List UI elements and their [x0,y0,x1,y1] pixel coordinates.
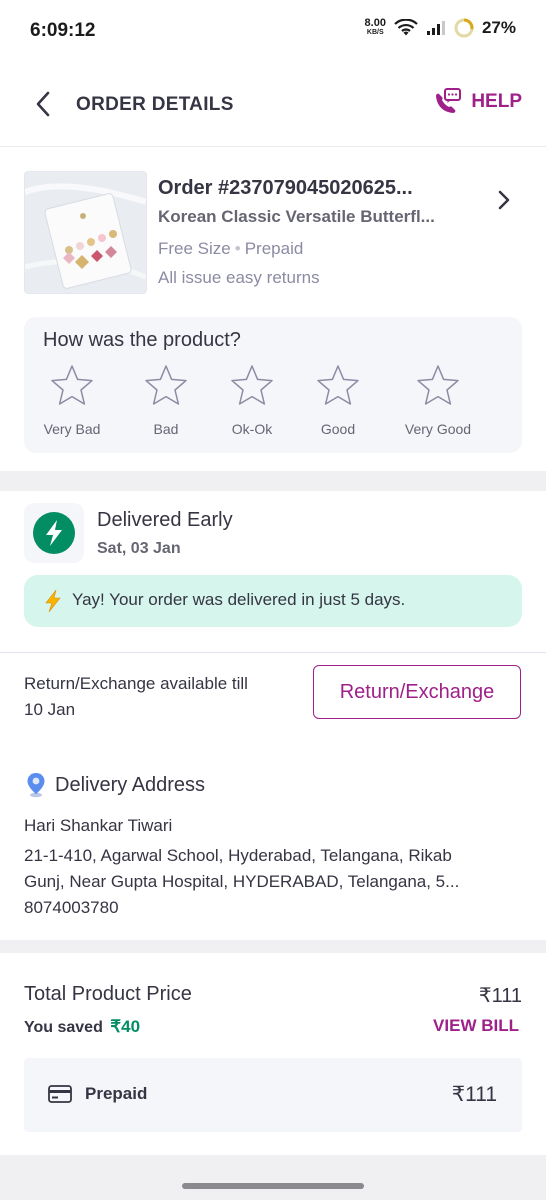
rating-label: Ok-Ok [231,421,273,437]
earring-card-illustration [25,172,146,293]
payment-mode: Prepaid [244,239,304,258]
address-line: 21-1-410, Agarwal School, Hyderabad, Tel… [24,846,452,865]
page-title: ORDER DETAILS [76,94,234,115]
delivery-status-badge [33,512,75,554]
order-id[interactable]: Order #237079045020625... [158,177,468,200]
status-time: 6:09:12 [30,20,96,41]
product-meta: Free Size • Prepaid [158,239,303,259]
star-outline-icon [417,365,459,405]
return-window-date: 10 Jan [24,700,76,719]
early-delivery-message: Yay! Your order was delivered in just 5 … [72,590,406,609]
delivery-address-card: Delivery Address Hari Shankar Tiwari 21-… [0,743,546,940]
cellular-signal-icon [426,21,445,35]
battery-percent: 27% [481,18,516,37]
delivery-address-heading: Delivery Address [55,774,206,796]
help-label: HELP [471,91,522,112]
rating-star-very-bad[interactable]: Very Bad [42,363,102,437]
credit-card-icon [48,1085,72,1103]
price-summary-card: Total Product Price ₹111 You saved ₹40 V… [0,953,546,1155]
rating-label: Very Bad [43,421,101,437]
status-bar: 6:09:12 8.00 KB/S 27% [0,0,546,62]
phone-chat-icon [436,88,462,113]
savings-amount: ₹40 [110,1017,141,1036]
meta-separator-dot: • [234,239,241,258]
delivery-status-card: Delivered Early Sat, 03 Jan Yay! Your or… [0,491,546,653]
rating-star-ok-ok[interactable]: Ok-Ok [227,363,277,437]
star-outline-icon [317,365,359,405]
home-gesture-bar[interactable] [182,1183,364,1189]
payment-method-label: Prepaid [85,1084,148,1103]
view-bill-link[interactable]: VIEW BILL [433,1016,519,1036]
payment-amount: ₹111 [451,1083,497,1106]
wifi-icon [394,19,418,36]
product-size: Free Size [158,239,231,258]
early-delivery-banner: Yay! Your order was delivered in just 5 … [24,575,522,627]
product-image[interactable] [24,171,147,294]
rating-star-bad[interactable]: Bad [141,363,191,437]
delivery-status-tile [24,503,84,563]
location-pin-icon [27,773,45,798]
chevron-right-icon[interactable] [496,189,512,211]
return-window-note: Return/Exchange available till 10 Jan [24,671,296,723]
lightning-emoji-icon [45,589,61,613]
star-outline-icon [231,365,273,405]
rating-question: How was the product? [43,329,241,351]
address-details: 21-1-410, Agarwal School, Hyderabad, Tel… [24,843,519,921]
rating-label: Very Good [404,421,472,437]
status-indicators: 8.00 KB/S 27% [365,18,516,38]
address-line: Gunj, Near Gupta Hospital, HYDERABAD, Te… [24,872,460,891]
product-card: Order #237079045020625... Korean Classic… [0,147,546,471]
return-window-text: Return/Exchange available till [24,674,248,693]
star-outline-icon [51,365,93,405]
network-speed-unit: KB/S [366,29,384,36]
page-header: ORDER DETAILS HELP [0,62,546,147]
rating-label: Good [320,421,356,437]
help-button[interactable]: HELP [431,86,522,118]
savings-label: You saved [24,1019,103,1036]
returns-policy-note: All issue easy returns [158,268,320,287]
chevron-left-icon[interactable] [30,89,58,119]
product-rating-panel: How was the product? Very Bad Bad Ok-Ok … [24,317,522,453]
battery-ring-icon [454,18,474,38]
rating-label: Bad [153,421,179,437]
payment-method-row: Prepaid ₹111 [24,1058,522,1132]
delivery-date: Sat, 03 Jan [97,540,181,557]
rating-star-good[interactable]: Good [313,363,363,437]
star-outline-icon [145,365,187,405]
total-price-value: ₹111 [478,985,522,1007]
savings-info: You saved ₹40 [24,1017,140,1037]
recipient-phone: 8074003780 [24,898,119,917]
network-speed: 8.00 KB/S [365,18,386,38]
return-exchange-card: Return/Exchange available till 10 Jan Re… [0,652,546,743]
product-name[interactable]: Korean Classic Versatile Butterfl... [158,207,463,227]
lightning-icon [46,520,62,546]
total-price-label: Total Product Price [24,983,192,1005]
rating-star-very-good[interactable]: Very Good [398,363,478,437]
delivery-status-title: Delivered Early [97,509,233,531]
return-exchange-button[interactable]: Return/Exchange [313,665,521,719]
recipient-name: Hari Shankar Tiwari [24,816,173,835]
